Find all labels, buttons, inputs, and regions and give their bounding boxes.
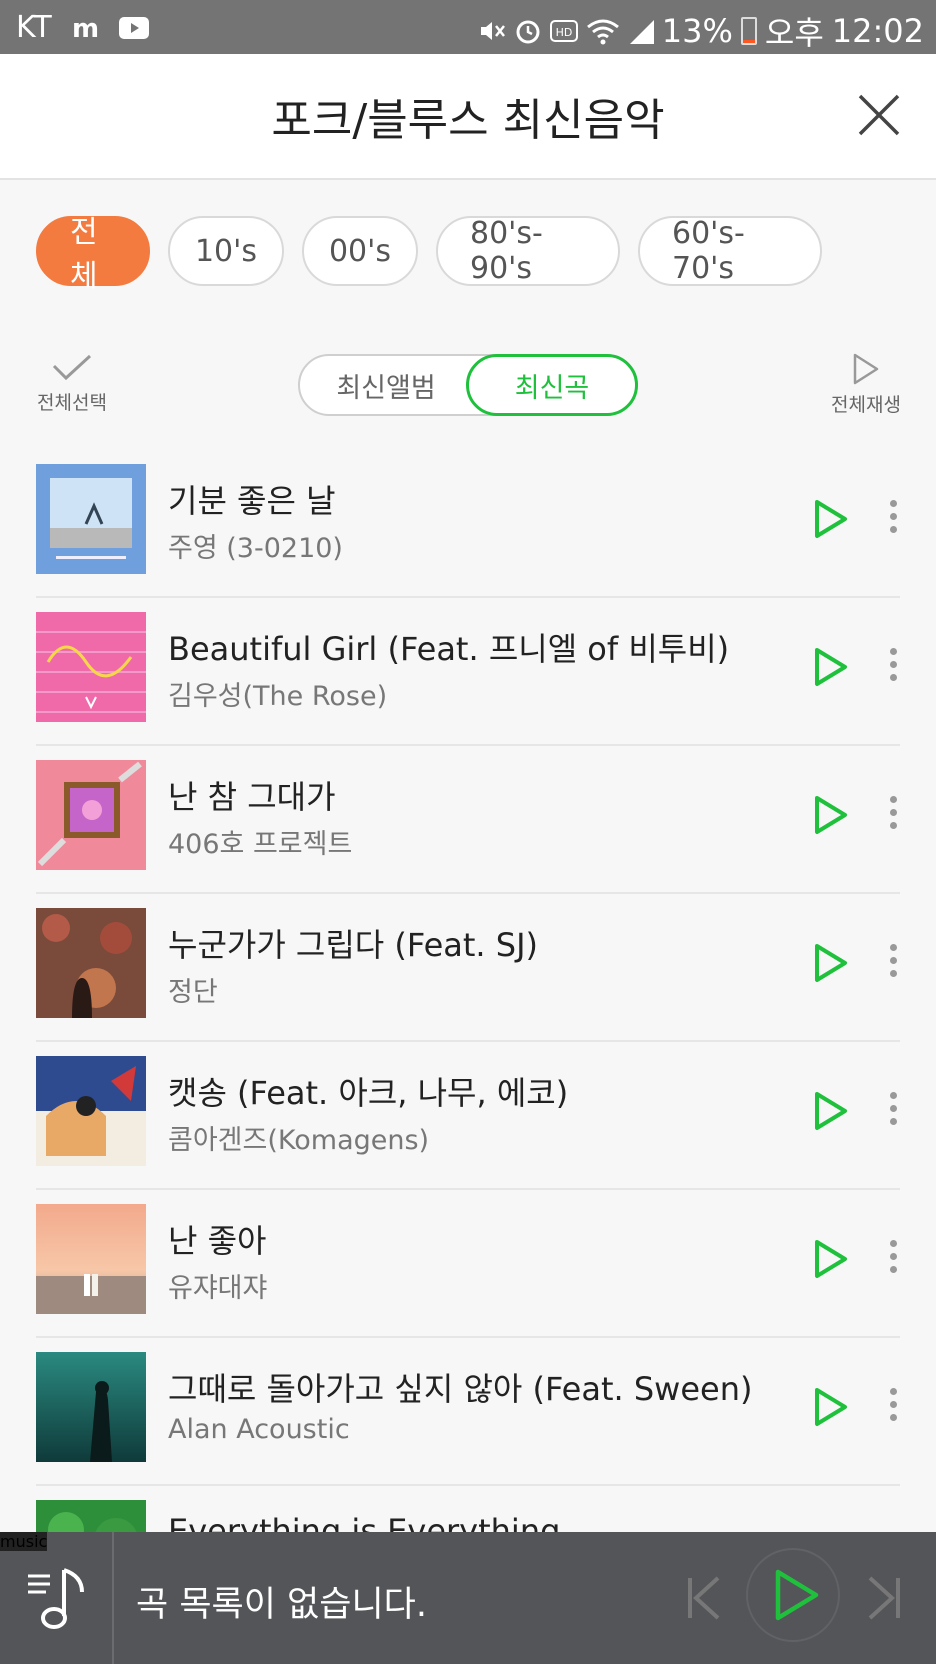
era-filter-chips: 전체 10's 00's 80's-90's 60's-70's: [36, 215, 822, 294]
mini-player: 곡 목록이 없습니다.: [0, 1532, 936, 1664]
album-cover[interactable]: [36, 760, 146, 870]
song-artist: 콤아겐즈(Komagens): [168, 1125, 430, 1156]
hd-icon: HD: [549, 20, 578, 42]
page-title: 포크/블루스 최신음악: [271, 95, 665, 146]
tab-latest-album[interactable]: 최신앨범: [300, 354, 472, 416]
svg-text:HD: HD: [555, 26, 572, 39]
playlist-button[interactable]: [0, 1532, 114, 1664]
filter-chip[interactable]: 전체: [36, 215, 150, 294]
play-icon[interactable]: [812, 1386, 850, 1428]
player-message: 곡 목록이 없습니다.: [136, 1585, 427, 1625]
play-button[interactable]: [746, 1548, 840, 1642]
song-row[interactable]: 그때로 돌아가고 싶지 않아 (Feat. Sween) Alan Acoust…: [36, 1338, 900, 1486]
album-cover[interactable]: [36, 464, 146, 574]
play-icon: [775, 1569, 819, 1621]
song-artist: 주영 (3-0210): [168, 533, 343, 564]
mute-icon: [480, 22, 505, 40]
song-row[interactable]: 누군가가 그립다 (Feat. SJ) 정단: [36, 894, 900, 1042]
battery-icon: [740, 17, 757, 45]
music-badge: music: [0, 1532, 48, 1551]
album-cover[interactable]: [36, 1204, 146, 1314]
song-title: 기분 좋은 날: [168, 482, 336, 520]
song-row[interactable]: 캣송 (Feat. 아크, 나무, 에코) 콤아겐즈(Komagens): [36, 1042, 900, 1190]
song-artist: 유쟈대쟈: [168, 1273, 268, 1304]
filter-chip[interactable]: 10's: [168, 216, 284, 286]
m-icon: m: [72, 14, 100, 44]
play-icon[interactable]: [812, 1090, 850, 1132]
song-artist: 김우성(The Rose): [168, 681, 388, 712]
more-icon[interactable]: [888, 1388, 898, 1426]
song-title: 그때로 돌아가고 싶지 않아 (Feat. Sween): [168, 1370, 753, 1408]
carrier-label: KT: [16, 10, 52, 45]
ampm-label: 오후: [764, 14, 824, 52]
youtube-icon: [118, 17, 149, 39]
filter-chip[interactable]: 80's-90's: [436, 216, 620, 286]
song-title: 캣송 (Feat. 아크, 나무, 에코): [168, 1074, 569, 1112]
play-outline-icon: [853, 353, 879, 385]
select-all-label: 전체선택: [37, 392, 107, 414]
more-icon[interactable]: [888, 648, 898, 686]
album-cover[interactable]: [36, 908, 146, 1018]
filter-chip[interactable]: 60's-70's: [638, 216, 822, 286]
album-song-toggle: 최신앨범 최신곡: [298, 354, 638, 416]
play-icon[interactable]: [812, 1238, 850, 1280]
status-bar: KT m HD 13% 오후 12:02: [0, 0, 936, 54]
song-list: 기분 좋은 날 주영 (3-0210) Beautiful Girl (Feat…: [36, 450, 900, 1566]
song-artist: 406호 프로젝트: [168, 829, 353, 860]
song-title: 난 참 그대가: [168, 778, 336, 816]
play-icon[interactable]: [812, 794, 850, 836]
song-title: 난 좋아: [168, 1222, 267, 1260]
check-icon: [52, 354, 92, 381]
filter-chip[interactable]: 00's: [302, 216, 418, 286]
next-icon[interactable]: [864, 1568, 904, 1628]
notification-icons: m: [72, 10, 149, 45]
wifi-icon: [586, 19, 619, 45]
play-all-button[interactable]: 전체재생: [824, 352, 908, 417]
album-cover[interactable]: [36, 1056, 146, 1166]
tab-latest-song[interactable]: 최신곡: [466, 354, 638, 416]
more-icon[interactable]: [888, 944, 898, 982]
more-icon[interactable]: [888, 1092, 898, 1130]
play-icon[interactable]: [812, 498, 850, 540]
status-right: HD 13% 오후 12:02: [478, 8, 924, 54]
play-all-label: 전체재생: [831, 394, 901, 416]
more-icon[interactable]: [888, 796, 898, 834]
song-row[interactable]: 난 참 그대가 406호 프로젝트: [36, 746, 900, 894]
play-icon[interactable]: [812, 646, 850, 688]
song-row[interactable]: 기분 좋은 날 주영 (3-0210): [36, 450, 900, 598]
song-artist: Alan Acoustic: [168, 1414, 350, 1445]
signal-icon: [629, 20, 654, 44]
song-row[interactable]: Beautiful Girl (Feat. 프니엘 of 비투비) 김우성(Th…: [36, 598, 900, 746]
select-all-button[interactable]: 전체선택: [30, 352, 114, 415]
more-icon[interactable]: [888, 1240, 898, 1278]
previous-icon[interactable]: [684, 1568, 724, 1628]
song-title: Beautiful Girl (Feat. 프니엘 of 비투비): [168, 630, 730, 668]
play-icon[interactable]: [812, 942, 850, 984]
battery-percent: 13%: [661, 12, 733, 50]
album-cover[interactable]: [36, 1352, 146, 1462]
page-header: 포크/블루스 최신음악: [0, 54, 936, 180]
song-title: 누군가가 그립다 (Feat. SJ): [168, 926, 538, 964]
more-icon[interactable]: [888, 500, 898, 538]
alarm-icon: [516, 20, 540, 44]
close-icon[interactable]: [854, 90, 904, 140]
clock: 12:02: [831, 12, 924, 50]
song-artist: 정단: [168, 977, 218, 1008]
album-cover[interactable]: [36, 612, 146, 722]
music-note-icon: [28, 1568, 84, 1629]
song-row[interactable]: 난 좋아 유쟈대쟈: [36, 1190, 900, 1338]
